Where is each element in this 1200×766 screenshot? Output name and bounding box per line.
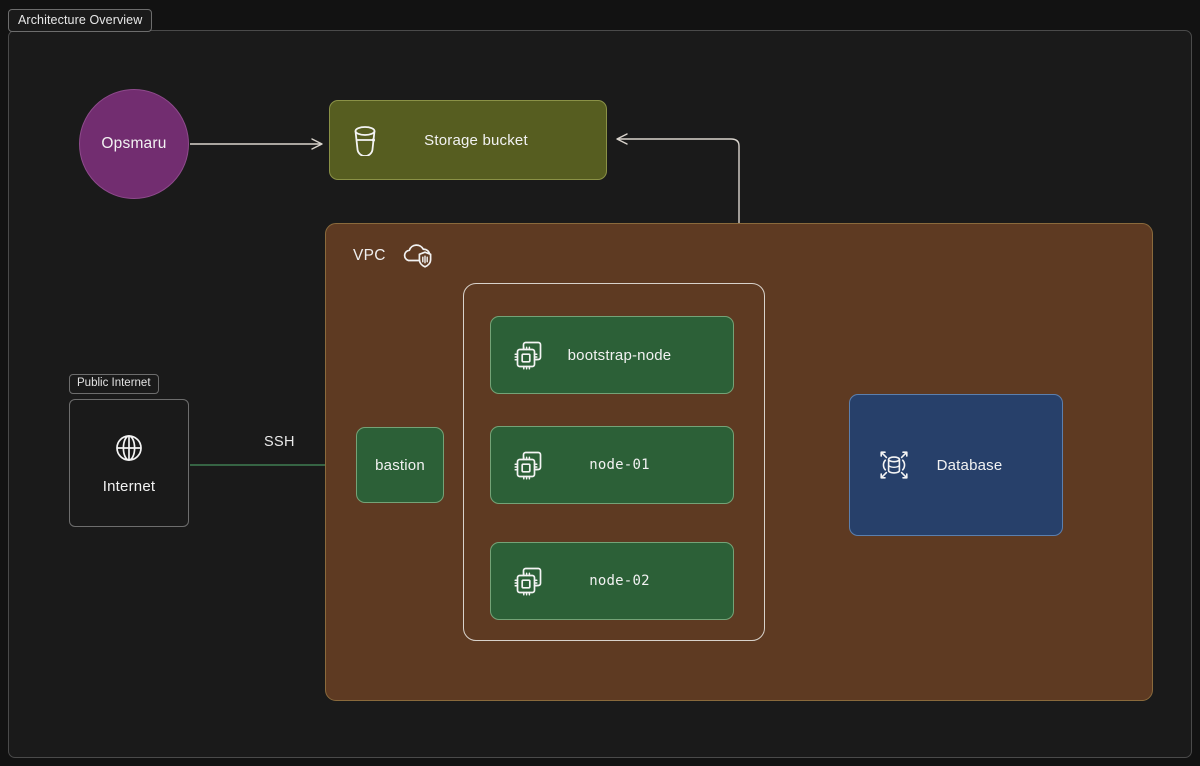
vpc-label: VPC	[353, 247, 386, 264]
edge-label-ssh: SSH	[260, 434, 299, 450]
diagram-title-tab[interactable]: Architecture Overview	[8, 9, 153, 32]
bucket-icon	[350, 124, 380, 156]
vpc-header: VPC	[353, 242, 435, 270]
chip-stack-icon	[512, 448, 546, 482]
node-bastion-label: bastion	[375, 456, 425, 474]
node-storage-bucket[interactable]: Storage bucket	[329, 100, 607, 180]
node-node-02-label: node-02	[589, 573, 650, 589]
chip-stack-icon	[512, 338, 546, 372]
node-node-01[interactable]: node-01	[490, 426, 734, 504]
cloud-shield-icon	[401, 242, 435, 270]
node-node-02[interactable]: node-02	[490, 542, 734, 620]
app-root: Architecture Overview VPC Opsmaru Storag…	[0, 0, 1200, 766]
diagram-canvas[interactable]: VPC Opsmaru Storage bucket Public Intern…	[8, 30, 1192, 758]
node-internet-label: Internet	[102, 477, 156, 495]
group-public-internet-label: Public Internet	[69, 374, 159, 394]
node-internet[interactable]: Internet	[69, 399, 189, 527]
node-bootstrap-node[interactable]: bootstrap-node	[490, 316, 734, 394]
node-bootstrap-node-label: bootstrap-node	[567, 346, 672, 364]
chip-stack-icon	[512, 564, 546, 598]
node-database-label: Database	[936, 456, 1003, 474]
node-node-01-label: node-01	[589, 457, 650, 473]
globe-icon	[113, 432, 145, 464]
node-storage-bucket-label: Storage bucket	[424, 131, 528, 149]
node-database[interactable]: Database	[849, 394, 1063, 536]
scalable-database-icon	[875, 446, 913, 484]
node-opsmaru[interactable]: Opsmaru	[79, 89, 189, 199]
node-opsmaru-label: Opsmaru	[101, 135, 167, 152]
node-bastion[interactable]: bastion	[356, 427, 444, 503]
